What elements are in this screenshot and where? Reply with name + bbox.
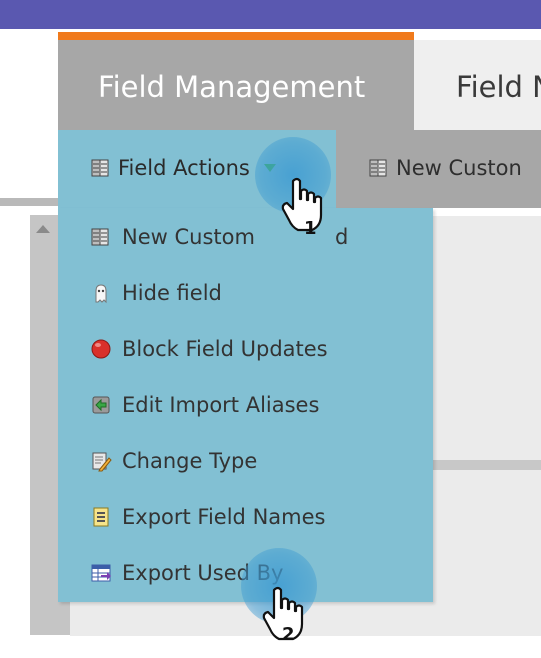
tab-field-management[interactable]: Field Management bbox=[58, 40, 414, 130]
toolbar: New Custon bbox=[336, 130, 541, 208]
content-divider bbox=[430, 460, 541, 470]
field-actions-icon bbox=[90, 157, 112, 179]
menu-item-hide-field-label: Hide field bbox=[122, 281, 222, 305]
field-actions-button[interactable]: Field Actions bbox=[90, 156, 276, 180]
field-actions-label: Field Actions bbox=[118, 156, 250, 180]
top-navigation-bar bbox=[0, 0, 541, 29]
menu-item-change-type[interactable]: Change Type bbox=[90, 449, 257, 473]
step-1-number: 1 bbox=[304, 218, 317, 239]
menu-item-hide-field[interactable]: Hide field bbox=[90, 281, 222, 305]
left-divider bbox=[0, 198, 58, 206]
menu-item-edit-import-aliases-label: Edit Import Aliases bbox=[122, 393, 320, 417]
menu-item-edit-import-aliases[interactable]: Edit Import Aliases bbox=[90, 393, 319, 417]
red-circle-icon bbox=[90, 338, 112, 360]
field-actions-dropdown-menu: New Custom d Hide field Block Field Upda… bbox=[58, 208, 433, 602]
menu-item-block-field-updates-label: Block Field Updates bbox=[122, 337, 328, 361]
menu-item-new-custom-field-label: New Custom bbox=[122, 225, 255, 249]
ghost-icon bbox=[90, 282, 112, 304]
scroll-up-arrow-icon[interactable] bbox=[36, 225, 50, 233]
menu-item-export-field-names-label: Export Field Names bbox=[122, 505, 326, 529]
new-custom-field-label: New Custon bbox=[396, 156, 522, 180]
change-type-icon bbox=[90, 450, 112, 472]
menu-item-export-field-names[interactable]: Export Field Names bbox=[90, 505, 325, 529]
import-aliases-icon bbox=[90, 394, 112, 416]
tab-field-next[interactable]: Field N bbox=[414, 40, 541, 130]
menu-item-new-custom-field-label-end: d bbox=[334, 225, 349, 249]
tab-field-management-label: Field Management bbox=[98, 70, 366, 104]
menu-item-block-field-updates[interactable]: Block Field Updates bbox=[90, 337, 328, 361]
export-names-icon bbox=[90, 506, 112, 528]
tab-field-next-label: Field N bbox=[456, 70, 541, 104]
new-custom-field-icon bbox=[90, 226, 112, 248]
new-custom-field-icon bbox=[368, 157, 390, 179]
new-custom-field-button[interactable]: New Custon bbox=[368, 156, 522, 180]
active-tab-indicator bbox=[58, 32, 414, 40]
export-used-by-icon bbox=[90, 562, 112, 584]
menu-item-change-type-label: Change Type bbox=[122, 449, 258, 473]
step-2-number: 2 bbox=[282, 624, 295, 645]
